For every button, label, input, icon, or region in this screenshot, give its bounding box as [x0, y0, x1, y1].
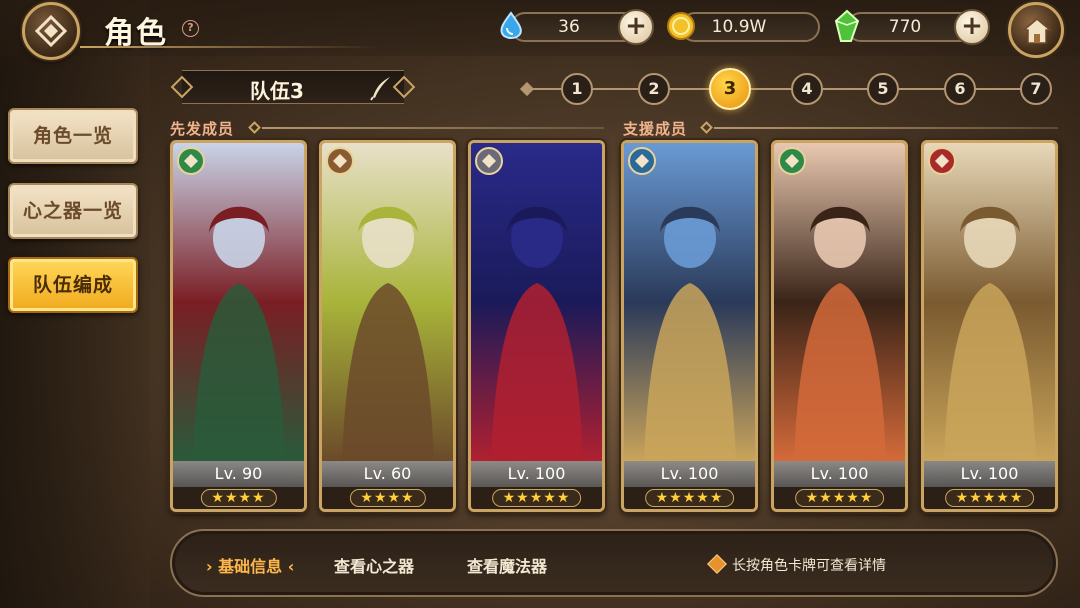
long-press-tip: 长按角色卡牌可查看详情 [732, 558, 886, 574]
star-rating: ★★★★ [349, 489, 426, 507]
section-ornament [700, 121, 713, 134]
resource-water-crystal: 36 + [510, 9, 654, 45]
team-page-5[interactable]: 5 [867, 73, 899, 105]
tab-basic-info[interactable]: › 基础信息 ‹ [206, 553, 294, 577]
starters-section-label: 先发成员 [170, 120, 235, 138]
wind-element-icon [778, 147, 806, 175]
resource-value: 10.9W [711, 17, 767, 37]
tab-view-magic-device[interactable]: 查看魔法器 [467, 553, 547, 577]
house-icon [1022, 18, 1052, 44]
character-level: Lv. 100 [471, 461, 602, 487]
sidebar-item-heart-vessel-list[interactable]: 心之器一览 [8, 183, 138, 239]
character-level: Lv. 60 [322, 461, 453, 487]
character-card[interactable]: Lv. 100 ★★★★★ [771, 140, 908, 512]
neutral-element-icon [475, 147, 503, 175]
top-bar: 角色 ? 36 + 10.9W 770 + [0, 0, 1080, 60]
star-rating: ★★★★★ [944, 489, 1035, 507]
star-rating-row: ★★★★ [173, 487, 304, 509]
character-portrait [471, 143, 602, 461]
bottom-bar: › 基础信息 ‹ 查看心之器 查看魔法器 长按角色卡牌可查看详情 [170, 529, 1058, 597]
resource-value: 36 [558, 17, 580, 37]
add-water-crystal-button[interactable]: + [618, 9, 654, 45]
star-rating: ★★★★ [200, 489, 277, 507]
info-diamond-icon [707, 554, 727, 574]
character-portrait [624, 143, 755, 461]
character-level: Lv. 100 [624, 461, 755, 487]
character-card[interactable]: Lv. 100 ★★★★★ [468, 140, 605, 512]
star-rating-row: ★★★★ [322, 487, 453, 509]
tab-bracket-left: › [206, 557, 219, 576]
character-portrait [774, 143, 905, 461]
resource-gold: 10.9W [680, 12, 820, 42]
diamond-back-icon [34, 14, 68, 48]
star-rating-row: ★★★★★ [924, 487, 1055, 509]
team-page-1[interactable]: 1 [561, 73, 593, 105]
team-name: 队伍3 [250, 79, 304, 103]
character-card[interactable]: Lv. 90 ★★★★ [170, 140, 307, 512]
team-page-3[interactable]: 3 [709, 68, 751, 110]
team-page-6[interactable]: 6 [944, 73, 976, 105]
character-portrait [322, 143, 453, 461]
help-icon[interactable]: ? [182, 20, 199, 37]
star-rating: ★★★★★ [491, 489, 582, 507]
team-page-7[interactable]: 7 [1020, 73, 1052, 105]
sidebar-item-character-list[interactable]: 角色一览 [8, 108, 138, 164]
sidebar-item-team-formation[interactable]: 队伍编成 [8, 257, 138, 313]
star-rating-row: ★★★★★ [774, 487, 905, 509]
green-gem-icon [834, 9, 860, 42]
character-portrait [924, 143, 1055, 461]
title-underline [80, 46, 380, 48]
back-button[interactable] [22, 2, 80, 60]
wind-element-icon [177, 147, 205, 175]
quill-edit-icon[interactable] [368, 75, 394, 101]
water-element-icon [628, 147, 656, 175]
add-green-gem-button[interactable]: + [954, 9, 990, 45]
star-rating-row: ★★★★★ [471, 487, 602, 509]
home-button[interactable] [1008, 2, 1064, 58]
tab-view-heart-vessel[interactable]: 查看心之器 [334, 553, 414, 577]
team-page-4[interactable]: 4 [791, 73, 823, 105]
character-level: Lv. 100 [774, 461, 905, 487]
character-level: Lv. 90 [173, 461, 304, 487]
character-card[interactable]: Lv. 60 ★★★★ [319, 140, 456, 512]
tab-label: 基础信息 [218, 557, 283, 576]
fire-element-icon [928, 147, 956, 175]
team-name-box[interactable]: 队伍3 [170, 70, 416, 104]
resource-value: 770 [888, 17, 922, 37]
support-section-label: 支援成员 [623, 120, 688, 138]
section-ornament [248, 121, 261, 134]
team-page-2[interactable]: 2 [638, 73, 670, 105]
resource-green-gem: 770 + [846, 9, 990, 45]
star-rating: ★★★★★ [644, 489, 735, 507]
star-rating-row: ★★★★★ [624, 487, 755, 509]
tab-bracket-right: ‹ [282, 557, 295, 576]
character-card[interactable]: Lv. 100 ★★★★★ [921, 140, 1058, 512]
team-box-ornament [392, 75, 416, 99]
water-drop-icon [500, 11, 522, 39]
star-rating: ★★★★★ [794, 489, 885, 507]
character-portrait [173, 143, 304, 461]
section-rule [714, 127, 1058, 129]
character-card[interactable]: Lv. 100 ★★★★★ [621, 140, 758, 512]
character-level: Lv. 100 [924, 461, 1055, 487]
earth-element-icon [326, 147, 354, 175]
section-rule [262, 127, 604, 129]
gold-coin-icon [667, 12, 695, 40]
